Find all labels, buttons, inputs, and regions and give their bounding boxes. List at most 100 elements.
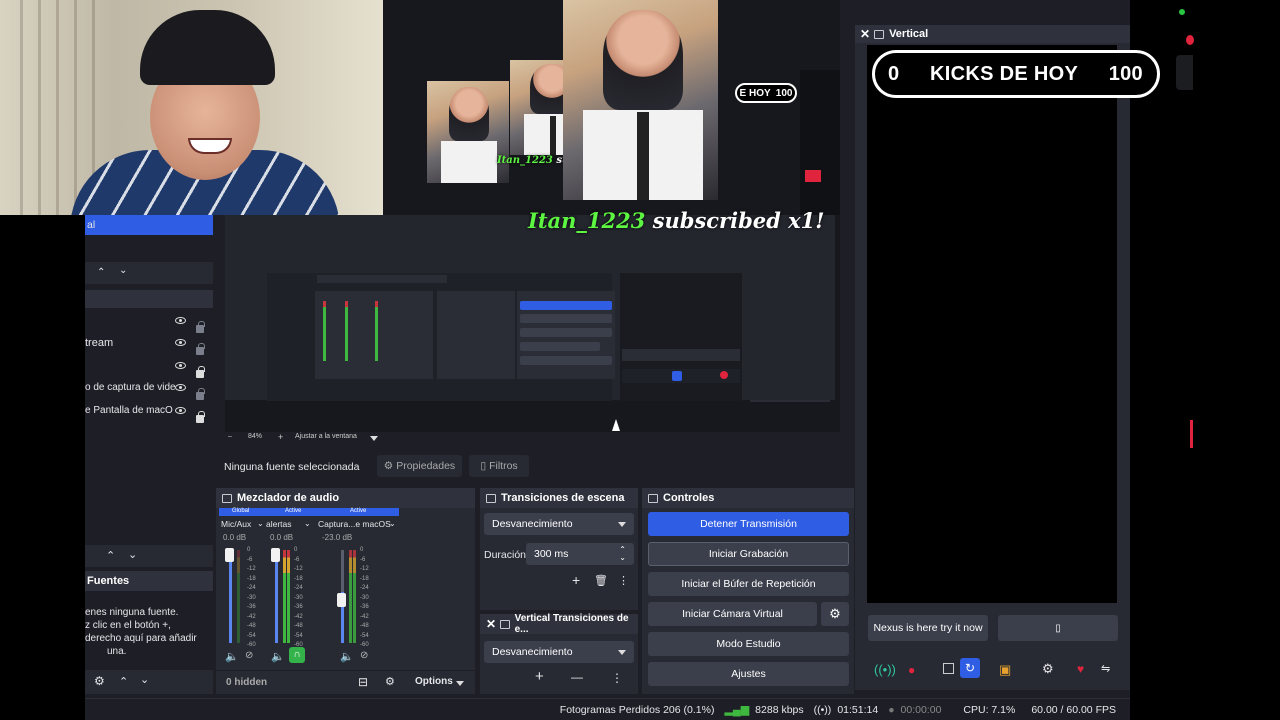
status-bar: Fotogramas Perdidos 206 (0.1%) ▂▄▆ 8288 … bbox=[85, 698, 1130, 720]
sources-toolbar: ⚙ ⌃ ⌄ bbox=[85, 670, 213, 694]
zoom-out-button[interactable]: – bbox=[228, 433, 232, 440]
gear-icon[interactable]: ⚙ bbox=[385, 675, 395, 688]
transition-value: Desvanecimiento bbox=[492, 518, 573, 530]
remove-icon[interactable]: — bbox=[571, 670, 583, 684]
nested-panels bbox=[267, 273, 615, 401]
blind-slat bbox=[74, 0, 77, 215]
stepper-arrows-icon[interactable]: ⌃ ⌄ bbox=[619, 546, 626, 562]
person-cap bbox=[140, 10, 275, 85]
chevron-down-icon[interactable]: ⌄ bbox=[389, 519, 396, 528]
add-icon[interactable]: + bbox=[572, 572, 580, 588]
filters-label: Filtros bbox=[489, 460, 518, 472]
nexus-button[interactable]: Nexus is here try it now bbox=[868, 615, 988, 641]
lock-icon[interactable] bbox=[196, 411, 205, 423]
vertical-transitions-panel: ✕ Vertical Transiciones de e... Desvaneci… bbox=[480, 613, 638, 694]
move-down-icon[interactable]: ⌄ bbox=[140, 673, 149, 686]
blank-button[interactable]: ▯ bbox=[998, 615, 1118, 641]
virtual-camera-button[interactable]: Iniciar Cámara Virtual bbox=[648, 602, 817, 626]
blind-slat bbox=[20, 0, 23, 215]
more-icon[interactable]: ⋮ bbox=[618, 574, 629, 587]
volume-knob[interactable] bbox=[337, 593, 346, 607]
chevron-down-icon bbox=[618, 521, 626, 527]
mixer-tab[interactable]: Active bbox=[285, 508, 301, 514]
button-label: Iniciar Cámara Virtual bbox=[682, 608, 783, 620]
record-icon[interactable]: ● bbox=[908, 663, 915, 677]
monitor-off-icon[interactable]: ⊘ bbox=[360, 650, 368, 661]
source-row[interactable] bbox=[85, 355, 213, 378]
more-icon[interactable]: ⋮ bbox=[611, 671, 623, 685]
visibility-eye-icon[interactable] bbox=[175, 317, 186, 324]
vertical-transitions-header: ✕ Vertical Transiciones de e... bbox=[480, 613, 638, 635]
headphones-icon[interactable]: ∩ bbox=[289, 647, 305, 663]
mixer-tab[interactable]: Global bbox=[232, 508, 249, 514]
move-down-icon[interactable]: ⌄ bbox=[119, 265, 127, 276]
filters-button[interactable]: ▯ Filtros bbox=[469, 455, 529, 477]
layout-icon[interactable]: ⊟ bbox=[358, 675, 368, 689]
volume-slider[interactable] bbox=[229, 550, 232, 643]
speaker-icon[interactable]: 🔈 bbox=[340, 650, 354, 663]
speaker-icon[interactable]: 🔈 bbox=[271, 650, 285, 663]
mixer-tab[interactable]: Active bbox=[350, 508, 366, 514]
refresh-icon[interactable]: ↻ bbox=[960, 658, 980, 678]
vertical-transition-select[interactable]: Desvanecimiento bbox=[484, 641, 634, 663]
settings-button[interactable]: Ajustes bbox=[648, 662, 849, 686]
scene-item-selected[interactable]: al bbox=[85, 215, 213, 235]
options-button[interactable]: Options bbox=[415, 676, 453, 687]
zoom-in-button[interactable]: + bbox=[278, 432, 283, 442]
volume-knob[interactable] bbox=[225, 548, 234, 562]
close-icon[interactable]: ✕ bbox=[860, 27, 870, 41]
vertical-preview[interactable] bbox=[867, 45, 1117, 603]
visibility-eye-icon[interactable] bbox=[175, 384, 186, 391]
duration-stepper[interactable]: 300 ms ⌃ ⌄ bbox=[526, 543, 634, 565]
vertical-title: Vertical bbox=[889, 28, 929, 40]
move-up-icon[interactable]: ⌃ bbox=[106, 549, 115, 562]
empty-line: enes ninguna fuente. bbox=[85, 607, 179, 618]
lock-icon[interactable] bbox=[196, 388, 205, 400]
move-up-icon[interactable]: ⌃ bbox=[119, 675, 128, 688]
stop-stream-button[interactable]: Detener Transmisión bbox=[648, 512, 849, 536]
broadcast-icon: ((•)) bbox=[813, 703, 832, 716]
zoom-fit-dropdown[interactable]: Ajustar a la ventana bbox=[295, 433, 357, 440]
move-up-icon[interactable]: ⌃ bbox=[97, 267, 105, 278]
chevron-down-icon[interactable]: ⌄ bbox=[304, 519, 311, 528]
speaker-icon[interactable]: 🔈 bbox=[225, 650, 239, 663]
share-icon[interactable]: ⇋ bbox=[1101, 662, 1110, 675]
audio-meter bbox=[287, 550, 290, 643]
properties-button[interactable]: ⚙ Propiedades bbox=[377, 455, 462, 477]
volume-knob[interactable] bbox=[271, 548, 280, 562]
nested-vertical bbox=[620, 273, 742, 401]
source-row[interactable]: e Pantalla de macO bbox=[85, 400, 213, 423]
visibility-eye-icon[interactable] bbox=[175, 362, 186, 369]
lock-icon[interactable] bbox=[196, 343, 205, 355]
heart-icon[interactable]: ♥ bbox=[1077, 662, 1084, 676]
gear-icon[interactable]: ⚙ bbox=[1042, 661, 1054, 677]
move-down-icon[interactable]: ⌄ bbox=[128, 548, 137, 561]
trash-icon[interactable]: 🗑 bbox=[594, 574, 608, 587]
chevron-down-icon[interactable]: ⌄ bbox=[257, 519, 264, 528]
start-recording-button[interactable]: Iniciar Grabación bbox=[648, 542, 849, 566]
volume-slider[interactable] bbox=[275, 550, 278, 643]
gear-icon[interactable]: ⚙ bbox=[94, 674, 105, 688]
source-row[interactable]: tream bbox=[85, 332, 213, 355]
studio-mode-button[interactable]: Modo Estudio bbox=[648, 632, 849, 656]
visibility-eye-icon[interactable] bbox=[175, 407, 186, 414]
stream-icon[interactable]: ((•)) bbox=[874, 662, 896, 677]
add-icon[interactable]: + bbox=[535, 668, 544, 685]
webcam-overlay bbox=[0, 0, 383, 215]
stop-icon[interactable] bbox=[943, 663, 954, 674]
filter-icon: ▯ bbox=[480, 460, 487, 472]
hidden-count: 0 hidden bbox=[226, 677, 268, 688]
screen-icon[interactable]: ▣ bbox=[999, 662, 1011, 678]
close-icon[interactable]: ✕ bbox=[486, 617, 496, 631]
nested-meter bbox=[375, 301, 378, 361]
source-row[interactable]: o de captura de vide bbox=[85, 377, 213, 400]
virtual-camera-settings-gear-icon[interactable]: ⚙ bbox=[821, 602, 849, 626]
no-source-label: Ninguna fuente seleccionada bbox=[224, 461, 360, 473]
scene-lower-toolbar: ⌃ ⌄ bbox=[85, 545, 213, 567]
visibility-eye-icon[interactable] bbox=[175, 339, 186, 346]
transition-select[interactable]: Desvanecimiento bbox=[484, 513, 634, 535]
source-row[interactable] bbox=[85, 310, 213, 333]
replay-buffer-button[interactable]: Iniciar el Búfer de Repetición bbox=[648, 572, 849, 596]
monitor-off-icon[interactable]: ⊘ bbox=[245, 650, 253, 661]
side-handle[interactable] bbox=[1176, 55, 1193, 90]
